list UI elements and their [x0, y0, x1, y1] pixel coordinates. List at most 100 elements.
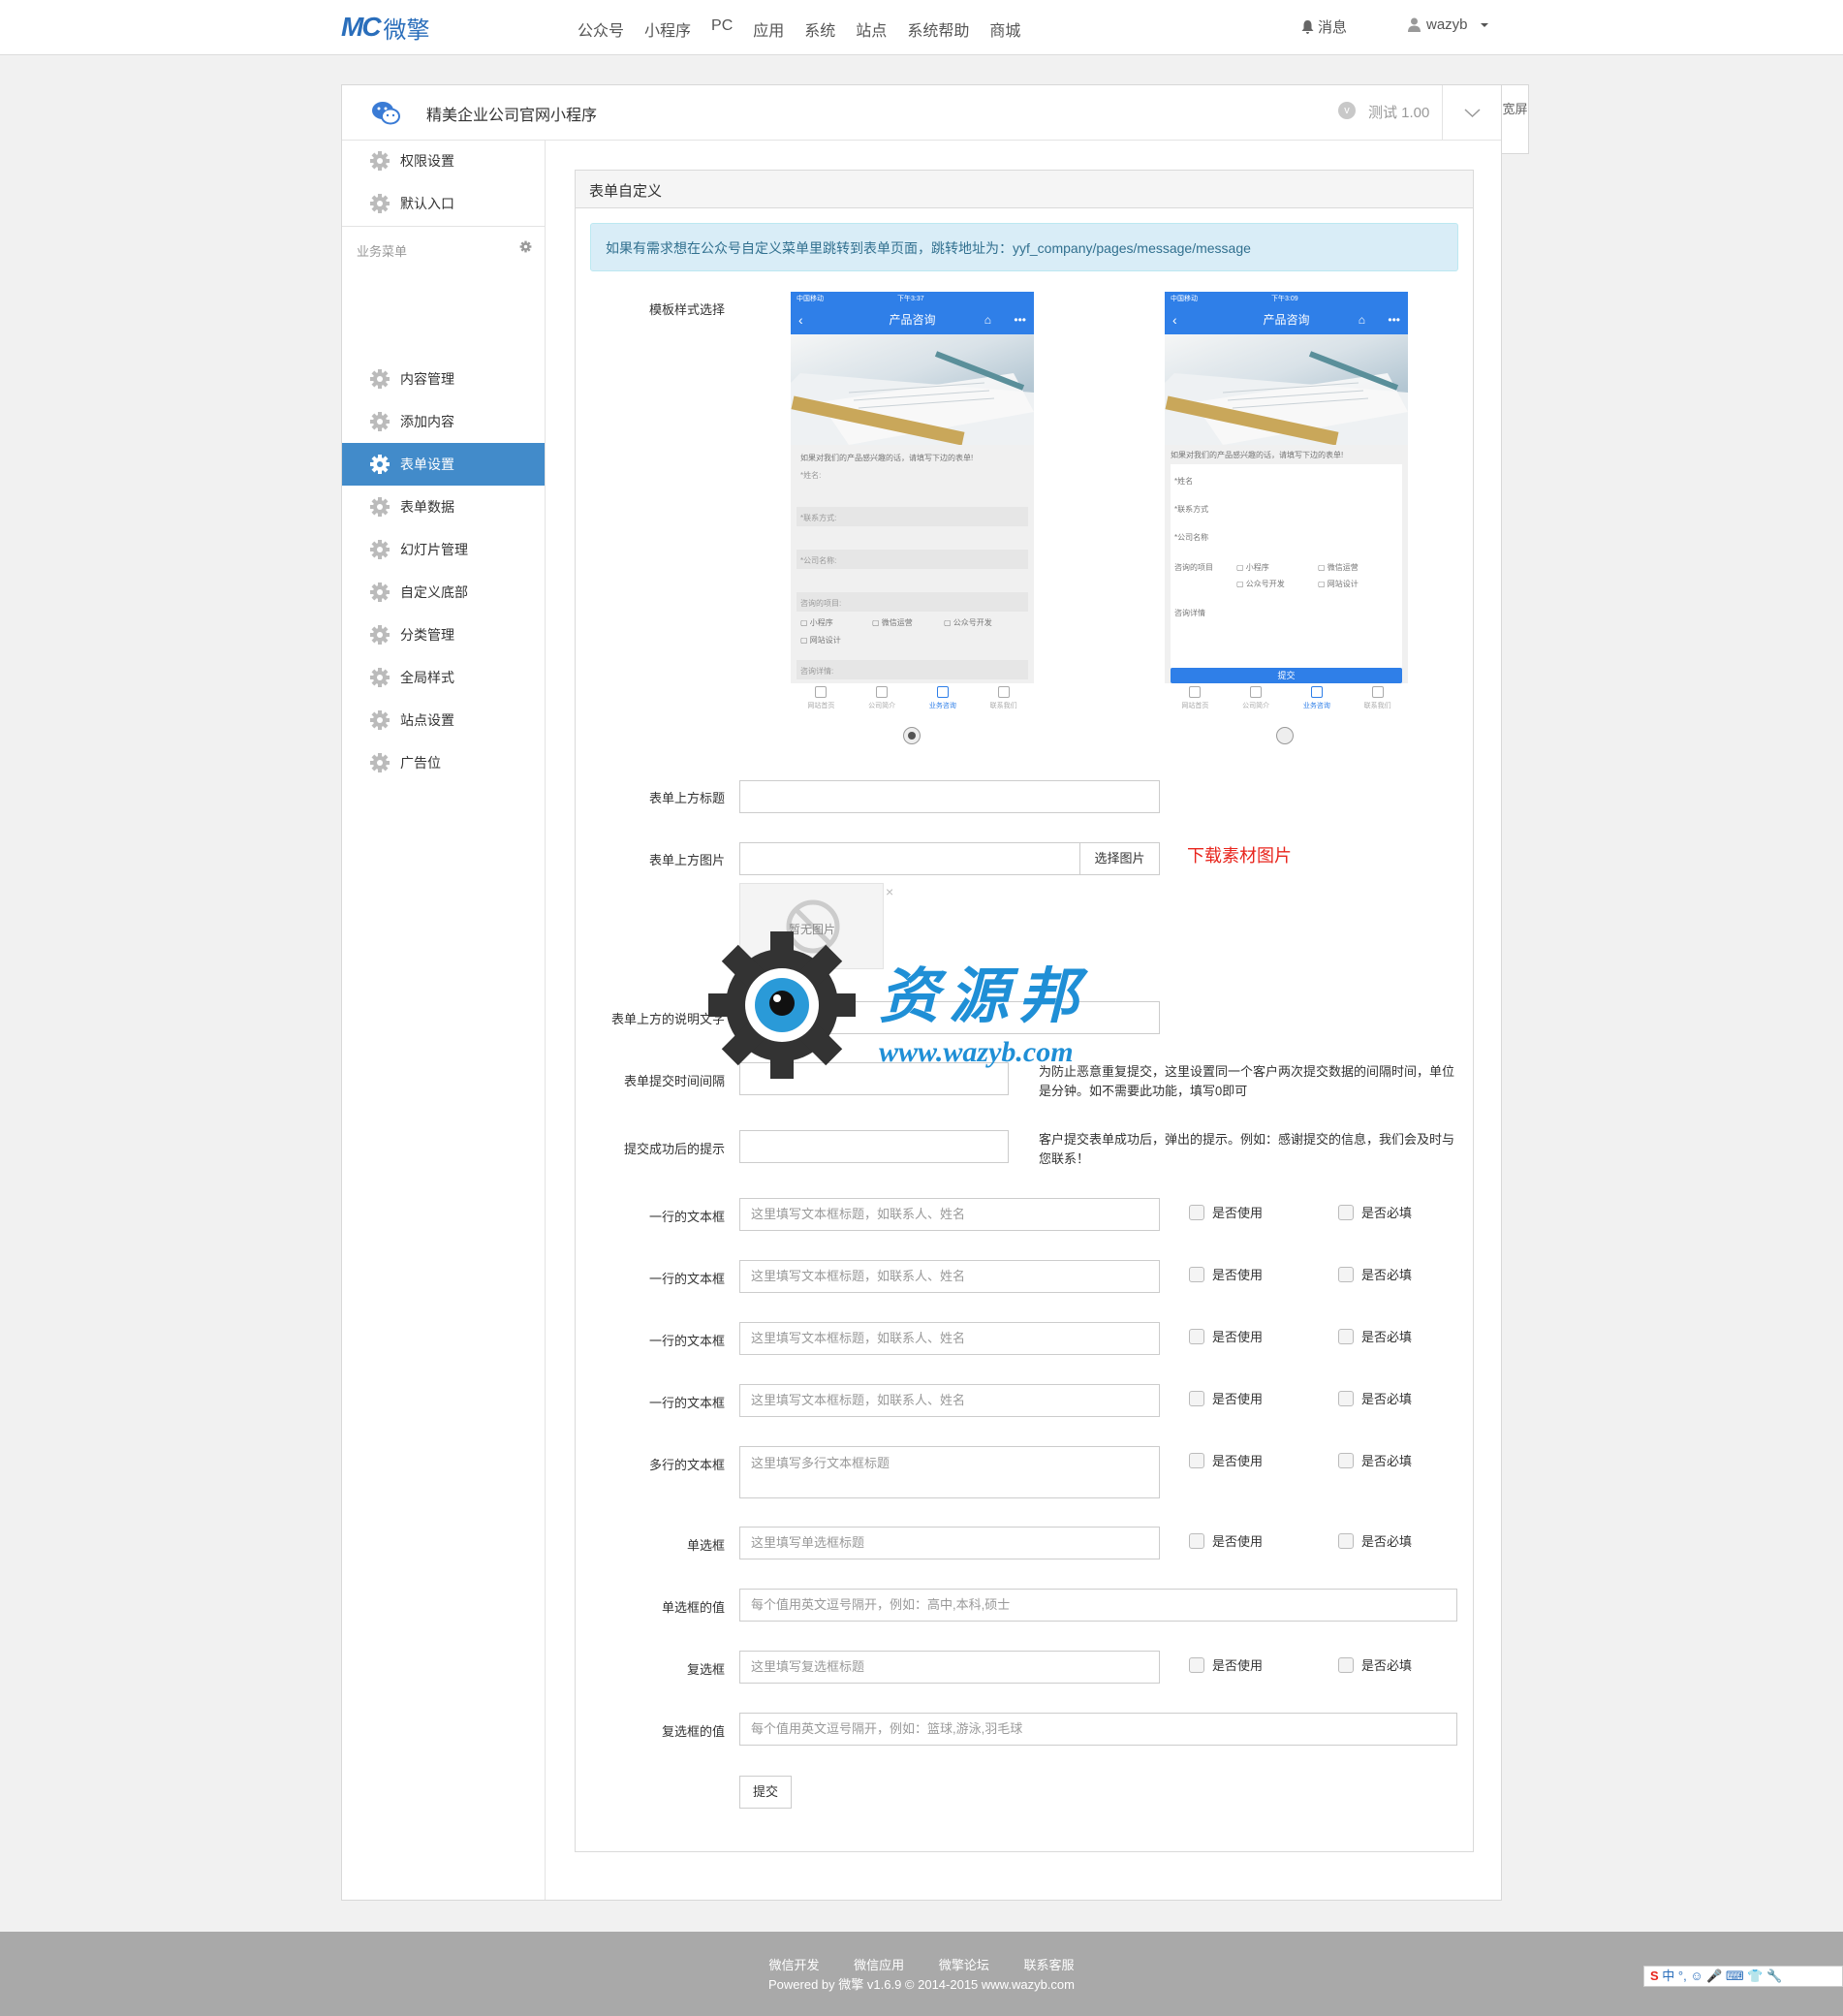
success-input[interactable] [739, 1130, 1009, 1163]
gear-icon[interactable] [519, 240, 532, 253]
sidebar-item-label: 幻灯片管理 [400, 542, 468, 557]
phone-tab-bar: 网站首页 公司简介 业务咨询 联系我们 [791, 683, 1034, 710]
use-checkbox[interactable]: 是否使用 [1189, 1655, 1263, 1674]
bell-icon [1301, 19, 1314, 34]
checkbox-box[interactable] [1189, 1204, 1204, 1220]
sidebar-item-2[interactable]: 添加内容 [342, 400, 545, 443]
logo[interactable]: MC 微擎 [341, 12, 430, 44]
checkbox-box[interactable] [1338, 1204, 1354, 1220]
gear-icon [370, 625, 390, 645]
template-preview-2[interactable]: 中国移动 下午3:09 ‹ 产品咨询 ⌂ ••• 如果对我们的产品感兴趣的话，请… [1165, 292, 1408, 710]
nav-item-miniprogram[interactable]: 小程序 [644, 17, 691, 41]
checkbox-box[interactable] [1189, 1656, 1204, 1673]
user-menu[interactable]: wazyb [1408, 16, 1489, 33]
home-icon: ⌂ [1358, 313, 1365, 327]
download-material-link[interactable]: 下载素材图片 [1187, 842, 1292, 867]
expand-toggle-button[interactable] [1442, 85, 1501, 140]
checkbox-title-input[interactable]: 这里填写复选框标题 [739, 1651, 1160, 1684]
checkbox-box[interactable] [1338, 1266, 1354, 1282]
footer-link[interactable]: 联系客服 [1023, 1958, 1074, 1972]
sidebar-item-4[interactable]: 表单数据 [342, 486, 545, 528]
choose-image-button[interactable]: 选择图片 [1079, 842, 1160, 875]
phone-field-label: 咨询的项目 [1174, 563, 1213, 572]
phone-option: ▢ 网站设计 [1318, 580, 1359, 588]
sidebar-item-default-entry[interactable]: 默认入口 [342, 182, 545, 225]
use-checkbox[interactable]: 是否使用 [1189, 1451, 1263, 1469]
form-card-header [576, 171, 1473, 208]
required-checkbox[interactable]: 是否必填 [1338, 1389, 1412, 1407]
text-field-input[interactable]: 这里填写文本框标题，如联系人、姓名 [739, 1322, 1160, 1355]
required-checkbox[interactable]: 是否必填 [1338, 1655, 1412, 1674]
use-checkbox[interactable]: 是否使用 [1189, 1265, 1263, 1283]
info-notice: 如果有需求想在公众号自定义菜单里跳转到表单页面，跳转地址为：yyf_compan… [590, 223, 1458, 271]
footer-link[interactable]: 微信开发 [769, 1958, 820, 1972]
nav-item-system[interactable]: 系统 [804, 17, 835, 41]
checkbox-box[interactable] [1189, 1328, 1204, 1344]
template-preview-1[interactable]: 中国移动 下午3:37 ‹ 产品咨询 ⌂ ••• 如果对我们的产品感兴趣的话，请… [791, 292, 1034, 710]
footer-link[interactable]: 微擎论坛 [939, 1958, 989, 1972]
required-checkbox[interactable]: 是否必填 [1338, 1327, 1412, 1345]
nav-item-pc[interactable]: PC [711, 17, 733, 41]
footer-link[interactable]: 微信应用 [854, 1958, 904, 1972]
checkbox-box[interactable] [1338, 1390, 1354, 1406]
use-checkbox[interactable]: 是否使用 [1189, 1389, 1263, 1407]
nav-item-apps[interactable]: 应用 [753, 17, 784, 41]
use-checkbox[interactable]: 是否使用 [1189, 1327, 1263, 1345]
required-checkbox[interactable]: 是否必填 [1338, 1531, 1412, 1550]
text-field-input[interactable]: 这里填写文本框标题，如联系人、姓名 [739, 1384, 1160, 1417]
contract-illustration [791, 351, 1034, 445]
multiline-textarea[interactable]: 这里填写多行文本框标题 [739, 1446, 1160, 1498]
checkbox-box[interactable] [1189, 1452, 1204, 1468]
text-field-input[interactable]: 这里填写文本框标题，如联系人、姓名 [739, 1198, 1160, 1231]
sidebar-divider [342, 226, 545, 227]
success-hint: 客户提交表单成功后，弹出的提示。例如：感谢提交的信息，我们会及时与您联系！ [1039, 1132, 1455, 1166]
checkbox-box[interactable] [1189, 1390, 1204, 1406]
sidebar-item-10[interactable]: 广告位 [342, 741, 545, 784]
ime-toolbar[interactable]: S 中 °, ☺ 🎤 ⌨ 👕 🔧 [1643, 1966, 1843, 1987]
messages-link[interactable]: 消息 [1301, 16, 1347, 37]
phone-option: ▢ 小程序 [1236, 563, 1269, 572]
sidebar-item-6[interactable]: 自定义底部 [342, 571, 545, 614]
radio-values-input[interactable]: 每个值用英文逗号隔开，例如：高中,本科,硕士 [739, 1589, 1457, 1622]
sidebar-item-permissions[interactable]: 权限设置 [342, 140, 545, 182]
wide-screen-button[interactable]: 宽屏 [1502, 84, 1529, 154]
checkbox-box[interactable] [1189, 1532, 1204, 1549]
checkbox-box[interactable] [1189, 1266, 1204, 1282]
nav-item-site[interactable]: 站点 [856, 17, 887, 41]
sidebar-item-1[interactable]: 内容管理 [342, 358, 545, 400]
watermark: 资源邦 www.wazyb.com [704, 928, 1150, 1083]
required-checkbox[interactable]: 是否必填 [1338, 1265, 1412, 1283]
use-checkbox[interactable]: 是否使用 [1189, 1531, 1263, 1550]
footer-links: 微信开发 微信应用 微擎论坛 联系客服 [0, 1955, 1843, 1973]
nav-item-help[interactable]: 系统帮助 [907, 17, 969, 41]
checkbox-box[interactable] [1338, 1452, 1354, 1468]
submit-button[interactable]: 提交 [739, 1776, 792, 1809]
sidebar-item-9[interactable]: 站点设置 [342, 699, 545, 741]
radio-title-input[interactable]: 这里填写单选框标题 [739, 1527, 1160, 1559]
checkbox-values-input[interactable]: 每个值用英文逗号隔开，例如：篮球,游泳,羽毛球 [739, 1713, 1457, 1746]
sidebar-item-5[interactable]: 幻灯片管理 [342, 528, 545, 571]
use-checkbox[interactable]: 是否使用 [1189, 1203, 1263, 1221]
sidebar-item-3[interactable]: 表单设置 [342, 443, 545, 486]
version-label: 测试 1.00 [1368, 105, 1430, 121]
checkbox-box[interactable] [1338, 1656, 1354, 1673]
gear-icon [370, 540, 390, 559]
template-radio-1[interactable] [903, 727, 921, 744]
sidebar-item-7[interactable]: 分类管理 [342, 614, 545, 656]
required-checkbox[interactable]: 是否必填 [1338, 1203, 1412, 1221]
text-field-input[interactable]: 这里填写文本框标题，如联系人、姓名 [739, 1260, 1160, 1293]
required-checkbox[interactable]: 是否必填 [1338, 1451, 1412, 1469]
version-icon: v [1338, 102, 1356, 119]
nav-item-mp[interactable]: 公众号 [578, 17, 624, 41]
checkbox-box[interactable] [1338, 1532, 1354, 1549]
top-title-input[interactable] [739, 780, 1160, 813]
phone-tab: 公司简介 [1226, 683, 1287, 710]
template-radio-2[interactable] [1276, 727, 1294, 744]
checkbox-box[interactable] [1338, 1328, 1354, 1344]
more-icon: ••• [1388, 313, 1400, 327]
top-image-input[interactable] [739, 842, 1080, 875]
nav-item-store[interactable]: 商城 [989, 17, 1020, 41]
remove-image-icon[interactable]: × [886, 884, 893, 899]
sidebar-item-8[interactable]: 全局样式 [342, 656, 545, 699]
text-field-label: 一行的文本框 [648, 1334, 725, 1348]
